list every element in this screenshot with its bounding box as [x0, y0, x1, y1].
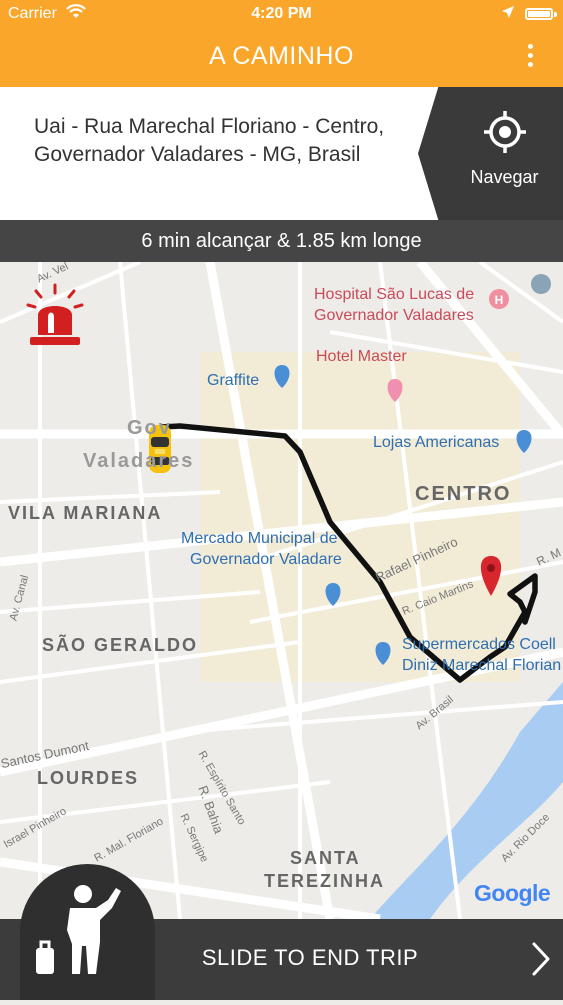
battery-icon — [525, 8, 553, 20]
status-bar: Carrier 4:20 PM — [0, 0, 563, 28]
eta-bar: 6 min alcançar & 1.85 km longe — [0, 220, 563, 262]
poi-hospital-line2[interactable]: Governador Valadares — [314, 307, 474, 325]
area-centro: CENTRO — [415, 483, 512, 505]
slider-knob[interactable] — [20, 864, 155, 1000]
crosshair-icon — [484, 111, 526, 153]
map-canvas: H — [0, 262, 563, 919]
header-bar: A CAMINHO — [0, 28, 563, 87]
google-attribution: Google — [474, 880, 551, 907]
area-lourdes: LOURDES — [37, 768, 140, 788]
map-view[interactable]: H Hospital São Lucas de Governador Valad… — [0, 262, 563, 919]
google-logo-text: Google — [474, 880, 551, 906]
area-terezinha: TEREZINHA — [264, 871, 385, 891]
poi-hospital-line1[interactable]: Hospital São Lucas de — [314, 286, 474, 304]
poi-supermercados-line2[interactable]: Diniz Marechal Florian — [402, 657, 561, 675]
area-santa: SANTA — [290, 848, 361, 868]
poi-mercado-line1[interactable]: Mercado Municipal de — [181, 530, 338, 548]
poi-mercado-line2[interactable]: Governador Valadare — [190, 551, 342, 569]
poi-hotel-master[interactable]: Hotel Master — [316, 348, 407, 366]
battery-tip — [554, 12, 557, 17]
area-gov: Gov — [127, 417, 172, 439]
poi-lojas-americanas[interactable]: Lojas Americanas — [373, 434, 499, 452]
navigate-label: Navegar — [470, 167, 539, 187]
area-vila-mariana: VILA MARIANA — [8, 503, 163, 523]
poi-supermercados-line1[interactable]: Supermercados Coell — [402, 636, 556, 654]
destination-address: Uai - Rua Marechal Floriano - Centro, Go… — [34, 115, 385, 166]
poi-graffite[interactable]: Graffite — [207, 372, 259, 390]
navigate-button[interactable]: Navegar — [418, 87, 563, 220]
page-title: A CAMINHO — [209, 42, 354, 70]
location-arrow-icon — [502, 6, 514, 18]
chevron-right-icon — [532, 942, 550, 976]
siren-alarm-icon[interactable] — [26, 283, 84, 351]
area-valadares: Valadares — [83, 450, 195, 472]
more-vertical-icon[interactable] — [527, 44, 535, 71]
area-sao-geraldo: SÃO GERALDO — [42, 635, 199, 655]
status-time: 4:20 PM — [251, 5, 312, 22]
passenger-waving-icon — [36, 885, 121, 974]
svg-text:H: H — [495, 293, 504, 307]
